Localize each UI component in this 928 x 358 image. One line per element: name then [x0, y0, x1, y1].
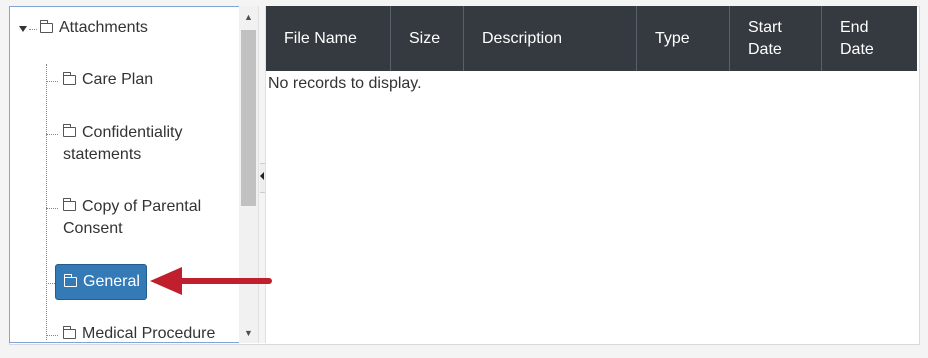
tree-node-general[interactable]: General	[55, 264, 147, 300]
folder-icon	[63, 124, 76, 137]
column-header-file-name[interactable]: File Name	[266, 6, 391, 71]
column-header-type[interactable]: Type	[637, 6, 730, 71]
tree-node-label: Copy of Parental Consent	[63, 198, 202, 237]
tree-node-label: Attachments	[59, 19, 148, 36]
tree-node-label: Care Plan	[82, 71, 154, 88]
tree-connector-line	[29, 29, 37, 30]
tree-connector-line	[46, 134, 58, 135]
tree-node-care-plan[interactable]: Care Plan	[63, 69, 153, 91]
tree-node-confidentiality-statements[interactable]: Confidentiality statements	[63, 122, 233, 166]
tree-connector-line	[46, 283, 55, 284]
tree-node-attachments[interactable]: Attachments	[40, 17, 148, 39]
folder-icon	[64, 274, 77, 287]
pointer-arrow-icon	[150, 267, 272, 295]
tree-node-label: General	[83, 273, 140, 290]
tree-node-medical-procedure[interactable]: Medical Procedure	[63, 323, 215, 345]
column-header-end-date[interactable]: End Date	[822, 6, 917, 71]
tree-connector-line	[46, 208, 58, 209]
column-header-description[interactable]: Description	[464, 6, 637, 71]
column-header-start-date[interactable]: Start Date	[730, 6, 822, 71]
tree-node-label: Confidentiality statements	[63, 124, 183, 163]
column-header-size[interactable]: Size	[391, 6, 464, 71]
tree-connector-line	[46, 335, 58, 336]
folder-icon	[63, 326, 76, 339]
empty-grid-message: No records to display.	[268, 75, 422, 92]
tree-connector-line	[46, 81, 58, 82]
scroll-thumb[interactable]	[241, 30, 256, 206]
tree-node-copy-of-parental-consent[interactable]: Copy of Parental Consent	[63, 196, 233, 240]
attachments-grid-header: File Name Size Description Type Start Da…	[266, 6, 917, 71]
tree-connector-line	[46, 64, 47, 340]
folder-icon	[40, 20, 53, 33]
folder-icon	[63, 198, 76, 211]
folder-icon	[63, 72, 76, 85]
scroll-down-arrow-icon[interactable]: ▼	[239, 324, 258, 342]
tree-node-label: Medical Procedure	[82, 325, 216, 342]
collapse-left-arrow-icon[interactable]	[260, 172, 264, 180]
expanded-triangle-icon[interactable]	[19, 26, 27, 32]
scroll-up-arrow-icon[interactable]: ▲	[239, 8, 258, 26]
